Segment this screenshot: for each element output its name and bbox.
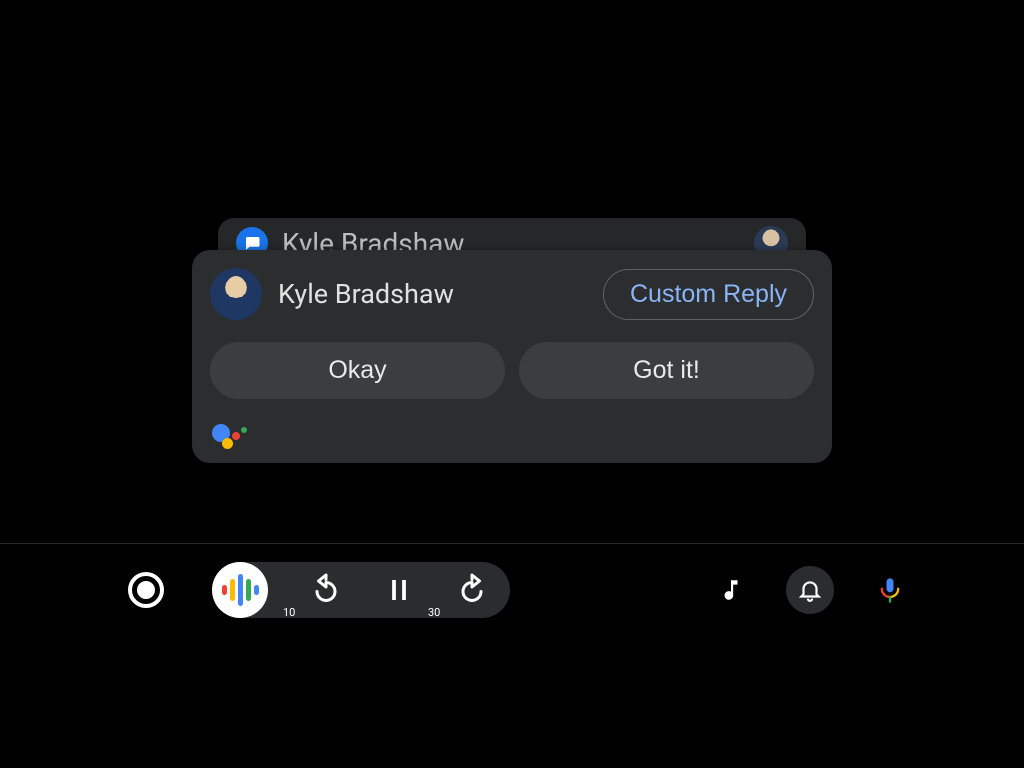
google-assistant-icon [212,423,252,449]
quick-reply-okay[interactable]: Okay [210,342,505,399]
quick-reply-got-it[interactable]: Got it! [519,342,814,399]
media-controls-cluster: 10 30 [212,562,510,618]
custom-reply-button[interactable]: Custom Reply [603,269,814,320]
active-app-chip[interactable] [212,562,268,618]
rewind-seconds-label: 10 [283,606,295,619]
home-button[interactable] [128,572,164,608]
sender-avatar [210,268,262,320]
sender-name: Kyle Bradshaw [278,278,587,310]
notifications-button[interactable] [786,566,834,614]
message-reply-card: Kyle Bradshaw Custom Reply Okay Got it! [192,250,832,463]
forward-30-button[interactable]: 30 [454,572,490,608]
pause-button[interactable] [384,575,414,605]
google-podcasts-icon [222,574,259,606]
assistant-mic-button[interactable] [876,576,904,604]
music-note-icon [718,577,744,603]
music-button[interactable] [718,577,744,603]
bottom-navbar: 10 30 [0,552,1024,628]
assistant-mic-icon [876,576,904,604]
card-header: Kyle Bradshaw Custom Reply [210,268,814,320]
rewind-10-button[interactable]: 10 [308,572,344,608]
home-circle-icon [128,572,164,608]
forward-seconds-label: 30 [428,606,440,619]
quick-reply-row: Okay Got it! [210,342,814,399]
navbar-right-cluster [718,566,904,614]
bell-icon [797,577,823,603]
navbar-divider [0,543,1024,544]
